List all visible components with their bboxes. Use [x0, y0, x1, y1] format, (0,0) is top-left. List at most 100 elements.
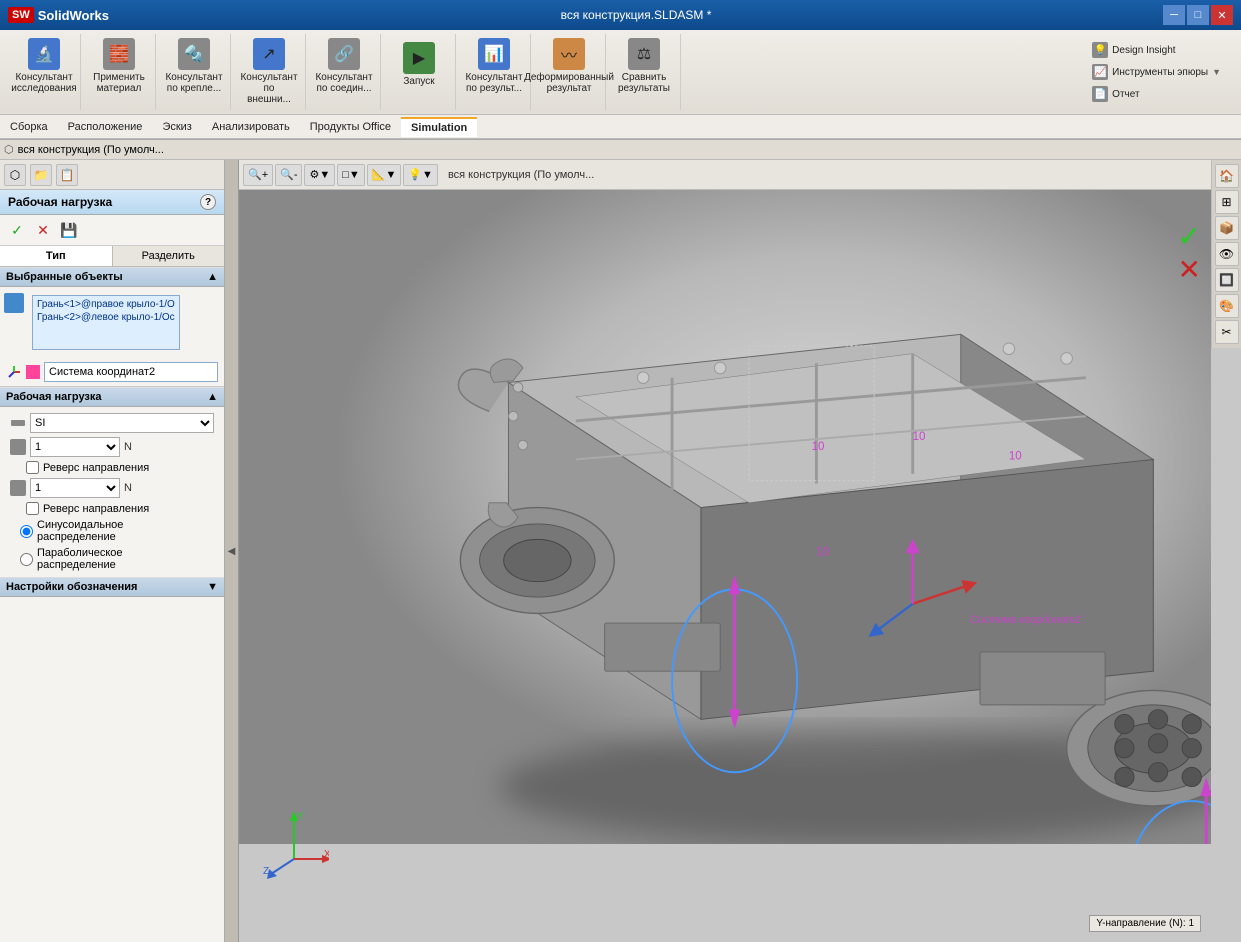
ribbon-group-fastening: 🔩 Консультант по крепле... [158, 34, 231, 110]
design-insight-label: Design Insight [1112, 45, 1175, 56]
home-view-button[interactable]: 🏠 [1215, 164, 1239, 188]
apply-material-button[interactable]: 🧱 Применить материал [91, 34, 147, 98]
ribbon-group-result: 📊 Консультант по результ... [458, 34, 531, 110]
svg-text:Z: Z [263, 866, 269, 877]
consultant-connect-icon: 🔗 [328, 38, 360, 70]
maximize-button[interactable]: □ [1187, 5, 1209, 25]
panel-title-text: Рабочая нагрузка [8, 195, 112, 209]
working-load-content: SI 1 N Реверс направления 1 [0, 407, 224, 577]
zoom-in-button[interactable]: 🔍+ [243, 164, 273, 186]
consultant-research-icon: 🔬 [28, 38, 60, 70]
compare-icon: ⚖ [628, 38, 660, 70]
spline-tools-button[interactable]: 📈 Инструменты эпюры ▼ [1088, 62, 1225, 82]
hide-show-button[interactable]: 👁 [1215, 242, 1239, 266]
cancel-viewport-button[interactable]: ✕ [1178, 253, 1201, 286]
rendering-button[interactable]: 🎨 [1215, 294, 1239, 318]
menu-sketch[interactable]: Эскиз [152, 118, 201, 136]
zoom-fit-button[interactable]: ⊞ [1215, 190, 1239, 214]
deformed-icon: 〰 [553, 38, 585, 70]
menu-analyze[interactable]: Анализировать [202, 118, 300, 136]
reverse1-row: Реверс направления [4, 459, 220, 476]
svg-text:Система координат2: Система координат2 [970, 614, 1080, 626]
cancel-action-button[interactable]: ✕ [32, 219, 54, 241]
save-action-button[interactable]: 💾 [58, 219, 80, 241]
panel-collapse-strip[interactable]: ◀ [225, 160, 239, 942]
tab-split[interactable]: Разделить [113, 246, 225, 266]
load-unit2-label: N [124, 482, 132, 494]
reverse2-checkbox[interactable] [26, 502, 39, 515]
lighting-button[interactable]: 💡▼ [403, 164, 438, 186]
consultant-fastening-button[interactable]: 🔩 Консультант по крепле... [166, 34, 222, 98]
section-view-button[interactable]: 📐▼ [367, 164, 402, 186]
launch-label: Запуск [403, 76, 434, 87]
tab-icon: ⬡ [4, 143, 14, 156]
close-button[interactable]: ✕ [1211, 5, 1233, 25]
selected-objects-content: Грань<1>@правое крыло-1/О Грань<2>@левое… [0, 287, 224, 358]
consultant-connect-button[interactable]: 🔗 Консультант по соедин... [316, 34, 372, 98]
confirm-action-button[interactable]: ✓ [6, 219, 28, 241]
minimize-button[interactable]: ─ [1163, 5, 1185, 25]
panel-toolbar: ⬡ 📁 📋 [0, 160, 224, 190]
object-icon [4, 293, 24, 313]
panel-tool-2[interactable]: 📁 [30, 164, 52, 186]
deformed-label: Деформированный результат [524, 72, 614, 94]
consultant-external-button[interactable]: ↗ Консультант по внешни... [241, 34, 297, 109]
reverse1-checkbox[interactable] [26, 461, 39, 474]
menu-layout[interactable]: Расположение [58, 118, 153, 136]
display-mode-button[interactable]: □▼ [337, 164, 365, 186]
compare-button[interactable]: ⚖ Сравнить результаты [616, 34, 672, 98]
load-value2-dropdown[interactable]: 1 [30, 478, 120, 498]
load-value1-dropdown[interactable]: 1 [30, 437, 120, 457]
section-cut-button[interactable]: ✂ [1215, 320, 1239, 344]
panel-tool-1[interactable]: ⬡ [4, 164, 26, 186]
consultant-result-icon: 📊 [478, 38, 510, 70]
notation-settings-header[interactable]: Настройки обозначения ▼ [0, 577, 224, 597]
report-button[interactable]: 📄 Отчет [1088, 84, 1225, 104]
design-insight-button[interactable]: 💡 Design Insight [1088, 40, 1225, 60]
consultant-result-button[interactable]: 📊 Консультант по результ... [466, 34, 522, 98]
view-toolbar: 🔍+ 🔍- ⚙▼ □▼ 📐▼ 💡▼ вся конструкция (По ум… [239, 160, 1241, 190]
spline-tools-icon: 📈 [1092, 64, 1108, 80]
parabolic-row: Параболическое распределение [4, 545, 220, 573]
tab-type[interactable]: Тип [0, 246, 113, 266]
menu-assembly[interactable]: Сборка [0, 118, 58, 136]
ribbon-group-deformed: 〰 Деформированный результат [533, 34, 606, 110]
compare-label: Сравнить результаты [618, 72, 670, 94]
ribbon-right-group: 💡 Design Insight 📈 Инструменты эпюры ▼ 📄… [1088, 40, 1225, 104]
coord-row: Система координат2 [0, 358, 224, 387]
launch-button[interactable]: ▶ Запуск [391, 34, 447, 94]
menu-products[interactable]: Продукты Office [300, 118, 401, 136]
menu-simulation[interactable]: Simulation [401, 117, 477, 137]
sw-logo: SW [8, 7, 34, 23]
consultant-research-button[interactable]: 🔬 Консультант исследования [16, 34, 72, 98]
ribbon-group-launch: ▶ Запуск [383, 34, 456, 110]
unit-dropdown[interactable]: SI [30, 413, 214, 433]
zoom-out-button[interactable]: 🔍- [275, 164, 302, 186]
parabolic-radio[interactable] [20, 553, 33, 566]
working-load-collapse: ▲ [207, 391, 218, 403]
spline-tools-arrow: ▼ [1212, 67, 1221, 77]
deformed-button[interactable]: 〰 Деформированный результат [541, 34, 597, 98]
ribbon-group-connect: 🔗 Консультант по соедин... [308, 34, 381, 110]
coord-axes: Y X Z [259, 809, 329, 882]
help-button[interactable]: ? [200, 194, 216, 210]
sinusoidal-radio[interactable] [20, 525, 33, 538]
working-load-title: Рабочая нагрузка [6, 391, 102, 403]
view-orientation-button[interactable]: 📦 [1215, 216, 1239, 240]
view-options-button[interactable]: ⚙▼ [304, 164, 335, 186]
consultant-external-label: Консультант по внешни... [240, 72, 297, 105]
display-style-button[interactable]: 🔲 [1215, 268, 1239, 292]
selected-item-1: Грань<2>@левое крыло-1/Ос [35, 311, 177, 324]
working-load-header[interactable]: Рабочая нагрузка ▲ [0, 387, 224, 407]
consultant-connect-label: Консультант по соедин... [315, 72, 372, 94]
coord-system-input[interactable]: Система координат2 [44, 362, 218, 382]
selected-objects-header[interactable]: Выбранные объекты ▲ [0, 267, 224, 287]
selected-objects-list: Грань<1>@правое крыло-1/О Грань<2>@левое… [32, 295, 180, 350]
panel-tool-3[interactable]: 📋 [56, 164, 78, 186]
reverse1-label: Реверс направления [43, 462, 149, 474]
confirm-viewport-button[interactable]: ✓ [1178, 220, 1201, 253]
ribbon-group-material: 🧱 Применить материал [83, 34, 156, 110]
apply-material-label: Применить материал [93, 72, 145, 94]
spline-tools-label: Инструменты эпюры [1112, 67, 1208, 78]
svg-text:X: X [324, 849, 329, 860]
